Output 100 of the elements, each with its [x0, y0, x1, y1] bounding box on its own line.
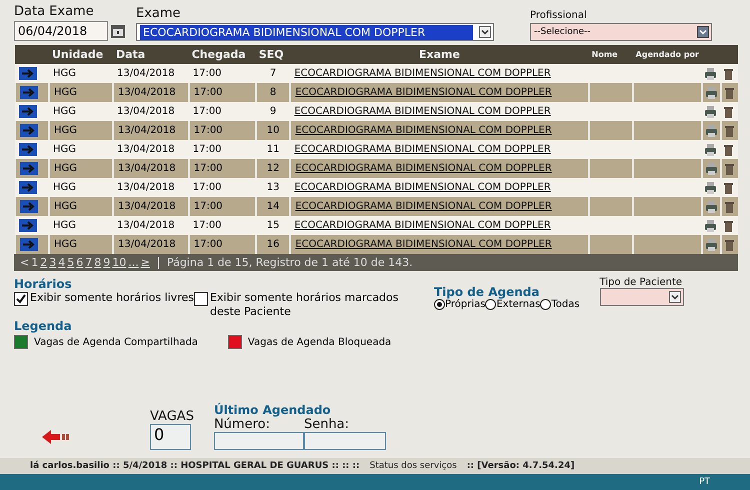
caret-icon: [479, 26, 491, 38]
table-cell: 13/04/2018: [113, 64, 189, 83]
table-cell: HGG: [49, 178, 113, 197]
page-link[interactable]: ...: [128, 256, 139, 269]
back-arrow-icon[interactable]: [40, 428, 70, 446]
page-link[interactable]: 3: [49, 256, 56, 269]
calendar-icon[interactable]: [110, 23, 126, 39]
table-cell: 17:00: [188, 121, 256, 140]
checkbox[interactable]: [14, 292, 28, 306]
table-cell: HGG: [49, 197, 113, 216]
page-link[interactable]: 5: [67, 256, 74, 269]
radio-button[interactable]: [540, 299, 552, 310]
page-link[interactable]: 2: [40, 256, 48, 269]
page-link[interactable]: 1: [31, 256, 38, 269]
trash-icon[interactable]: [725, 124, 734, 136]
exam-select[interactable]: ECOCARDIOGRAMA BIDIMENSIONAL COM DOPPLER: [136, 23, 494, 41]
tipo-paciente-select[interactable]: [600, 288, 684, 306]
printer-icon[interactable]: [705, 144, 716, 156]
printer-icon[interactable]: [705, 106, 716, 118]
table-cell: 17:00: [188, 83, 256, 102]
table-cell: 14: [256, 197, 290, 216]
trash-icon[interactable]: [725, 200, 734, 212]
arrow-right-icon[interactable]: [19, 181, 37, 194]
arrow-right-icon[interactable]: [20, 162, 38, 175]
table-cell: 12: [256, 159, 290, 178]
printer-icon[interactable]: [706, 86, 717, 98]
arrow-right-icon[interactable]: [20, 200, 38, 213]
table-cell: 17:00: [188, 178, 256, 197]
section-title: Último Agendado: [214, 403, 332, 417]
column-header: Unidade: [49, 45, 113, 64]
vagas-count: 0: [150, 424, 191, 450]
page-link[interactable]: 10: [112, 256, 126, 269]
radio-label: Próprias: [445, 299, 486, 310]
table-cell: 10: [256, 121, 290, 140]
table-cell: 17:00: [188, 140, 256, 159]
page-link[interactable]: <: [20, 256, 30, 269]
printer-icon[interactable]: [705, 182, 716, 194]
checkbox[interactable]: [194, 292, 208, 306]
language-indicator[interactable]: PT: [699, 477, 710, 487]
arrow-right-icon[interactable]: [19, 67, 37, 80]
table-cell: HGG: [49, 64, 113, 83]
printer-icon[interactable]: [706, 238, 717, 250]
column-header: Agendado por: [632, 45, 702, 64]
arrow-right-icon[interactable]: [19, 143, 37, 156]
arrow-right-icon[interactable]: [20, 124, 38, 137]
column-header: Chegada: [188, 45, 256, 64]
column-header: Exame: [290, 45, 589, 64]
table-cell: 13/04/2018: [113, 102, 189, 121]
section-title: Legenda: [14, 319, 73, 333]
printer-icon[interactable]: [706, 200, 717, 212]
services-status-link[interactable]: Status dos serviços: [370, 461, 457, 471]
trash-icon[interactable]: [724, 220, 733, 232]
caret-icon: [697, 26, 709, 38]
checkbox-label: Exibir somente horários marcados deste Paciente: [210, 291, 400, 319]
profissional-select[interactable]: --Selecione--: [530, 23, 712, 41]
arrow-right-icon[interactable]: [20, 238, 38, 251]
printer-icon[interactable]: [705, 220, 716, 232]
field-label: Data Exame: [14, 4, 95, 19]
page-link[interactable]: 6: [76, 256, 84, 269]
trash-icon[interactable]: [725, 86, 734, 98]
trash-icon[interactable]: [724, 106, 733, 118]
table-cell: HGG: [49, 83, 113, 102]
field-label: Profissional: [530, 10, 588, 21]
page-link[interactable]: ≥: [140, 256, 150, 269]
table-cell: 17:00: [188, 197, 256, 216]
caret-icon: [668, 291, 681, 303]
printer-icon[interactable]: [706, 162, 717, 174]
page-link[interactable]: 8: [94, 256, 102, 269]
section-title: Horários: [14, 277, 73, 291]
page-link[interactable]: 9: [103, 256, 110, 269]
column-header: Nome: [588, 45, 633, 64]
trash-icon[interactable]: [724, 144, 733, 156]
radio-label: Externas: [496, 299, 540, 310]
page-link[interactable]: 7: [85, 256, 92, 269]
radio-button[interactable]: [434, 299, 445, 310]
arrow-right-icon[interactable]: [19, 219, 37, 232]
printer-icon[interactable]: [706, 124, 717, 136]
checkbox-label: Exibir somente horários livres: [30, 291, 194, 305]
radio-button[interactable]: [485, 299, 496, 310]
table-cell: 17:00: [188, 235, 256, 254]
page-link[interactable]: 4: [58, 256, 66, 269]
trash-icon[interactable]: [725, 238, 734, 250]
printer-icon[interactable]: [705, 68, 716, 80]
table-cell: 13: [256, 178, 290, 197]
column-header: SEQ: [256, 45, 290, 64]
trash-icon[interactable]: [724, 182, 733, 194]
section-title: Tipo de Agenda: [434, 285, 540, 299]
field-label: Número:: [214, 417, 271, 432]
table-cell: 16: [256, 235, 290, 254]
trash-icon[interactable]: [724, 68, 733, 80]
page-info: Página 1 de 15, Registro de 1 até 10 de 143.: [166, 256, 413, 269]
table-cell: 15: [256, 216, 290, 235]
legend-label: Vagas de Agenda Bloqueada: [248, 336, 392, 348]
trash-icon[interactable]: [725, 162, 734, 174]
date-input[interactable]: 06/04/2018: [14, 21, 108, 41]
arrow-right-icon[interactable]: [19, 105, 37, 118]
table-cell: 13/04/2018: [113, 83, 189, 102]
arrow-right-icon[interactable]: [20, 86, 38, 99]
field-label: Senha:: [304, 417, 350, 432]
radio-label: Todas: [551, 299, 580, 310]
